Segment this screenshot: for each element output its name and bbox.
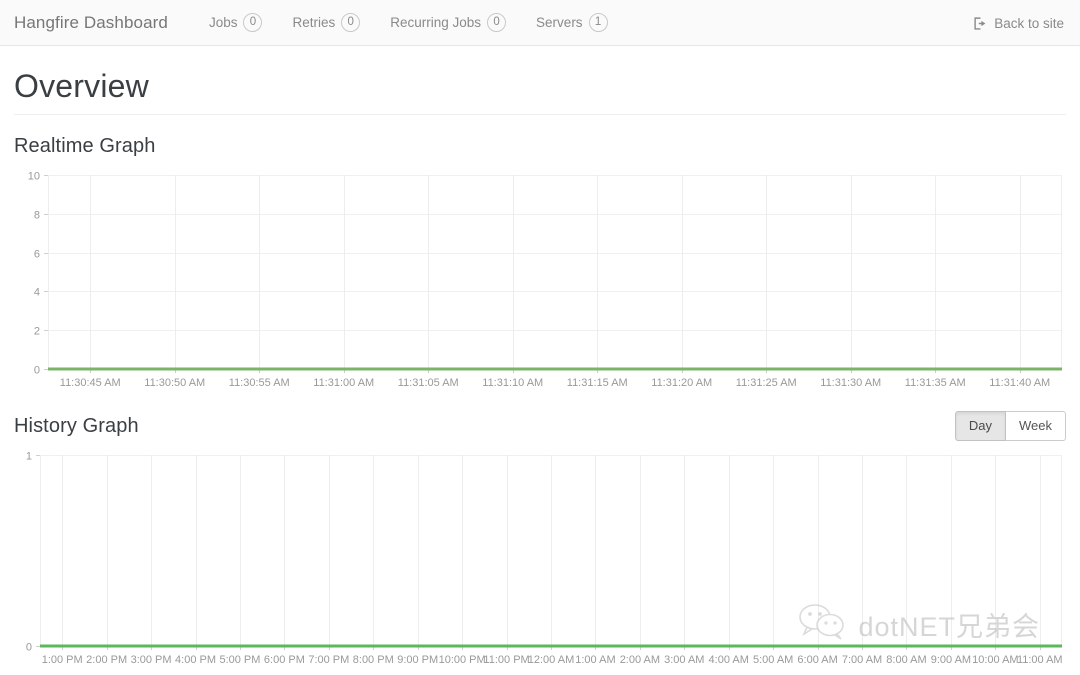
svg-text:11:31:35 AM: 11:31:35 AM <box>905 377 966 389</box>
sign-out-icon <box>973 16 988 31</box>
svg-text:11:31:05 AM: 11:31:05 AM <box>398 377 459 389</box>
svg-text:7:00 PM: 7:00 PM <box>308 654 349 666</box>
svg-text:2: 2 <box>34 326 40 338</box>
history-graph-svg: 011:00 PM 2:00 PM 3:00 PM 4:00 PM 5:00 PM 6:0… <box>26 451 1063 667</box>
svg-text:0: 0 <box>26 642 32 654</box>
svg-text:11:31:00 AM: 11:31:00 AM <box>313 377 374 389</box>
svg-text:8: 8 <box>34 210 40 222</box>
brand-title[interactable]: Hangfire Dashboard <box>14 13 168 33</box>
svg-text:11:31:40 AM: 11:31:40 AM <box>989 377 1050 389</box>
nav-links: Jobs 0 Retries 0 Recurring Jobs 0 Server… <box>194 13 623 32</box>
svg-text:4:00 PM: 4:00 PM <box>175 654 216 666</box>
svg-text:5:00 PM: 5:00 PM <box>219 654 260 666</box>
svg-text:6:00 AM: 6:00 AM <box>797 654 837 666</box>
nav-badge-servers: 1 <box>588 13 608 32</box>
svg-text:2:00 PM: 2:00 PM <box>86 654 127 666</box>
svg-text:9:00 PM: 9:00 PM <box>397 654 438 666</box>
svg-text:1:00 PM: 1:00 PM <box>42 654 83 666</box>
nav-badge-retries: 0 <box>341 13 361 32</box>
svg-text:10: 10 <box>28 171 40 183</box>
history-range-button-group: Day Week <box>954 411 1066 441</box>
svg-text:10:00 AM: 10:00 AM <box>972 654 1018 666</box>
svg-text:12:00 AM: 12:00 AM <box>528 654 574 666</box>
history-range-day-button[interactable]: Day <box>954 411 1006 441</box>
svg-text:4:00 AM: 4:00 AM <box>709 654 749 666</box>
nav-item-retries[interactable]: Retries 0 <box>277 13 375 32</box>
svg-text:2:00 AM: 2:00 AM <box>620 654 660 666</box>
back-to-site-label: Back to site <box>994 15 1064 31</box>
history-graph-title: History Graph <box>14 414 139 437</box>
svg-text:11:31:15 AM: 11:31:15 AM <box>567 377 628 389</box>
svg-text:11:00 AM: 11:00 AM <box>1017 654 1063 666</box>
svg-text:5:00 AM: 5:00 AM <box>753 654 793 666</box>
page-title: Overview <box>14 68 1066 115</box>
nav-item-label: Servers <box>536 15 583 30</box>
nav-item-servers[interactable]: Servers 1 <box>521 13 623 32</box>
svg-text:3:00 AM: 3:00 AM <box>664 654 704 666</box>
history-range-week-button[interactable]: Week <box>1006 411 1066 441</box>
nav-item-label: Jobs <box>208 15 238 30</box>
nav-item-recurring-jobs[interactable]: Recurring Jobs 0 <box>375 13 521 32</box>
svg-text:3:00 PM: 3:00 PM <box>131 654 172 666</box>
svg-text:8:00 AM: 8:00 AM <box>886 654 926 666</box>
svg-text:1:00 AM: 1:00 AM <box>575 654 615 666</box>
navbar: Hangfire Dashboard Jobs 0 Retries 0 Recu… <box>0 0 1080 46</box>
nav-item-label: Recurring Jobs <box>390 15 482 30</box>
history-graph-chart: 0 1 1:00 PM 2:00 PM 3:00 PM 4:00 PM 5:00 PM 6:0… <box>14 447 1066 672</box>
svg-text:4: 4 <box>34 287 40 299</box>
svg-text:9:00 AM: 9:00 AM <box>931 654 971 666</box>
svg-text:11:30:45 AM: 11:30:45 AM <box>60 377 121 389</box>
svg-text:6: 6 <box>34 249 40 261</box>
svg-text:1: 1 <box>26 451 32 463</box>
realtime-graph-svg: 0 2 4 6 8 10 11:30:45 AM 11:30:50 AM 11:30:55 AM… <box>28 171 1062 389</box>
realtime-graph-title: Realtime Graph <box>14 134 156 157</box>
realtime-graph-chart: 0 2 4 6 8 10 11:30:45 AM 11:30:50 AM 11:30:55 AM… <box>14 167 1066 395</box>
svg-text:11:30:55 AM: 11:30:55 AM <box>229 377 290 389</box>
svg-text:11:31:30 AM: 11:31:30 AM <box>820 377 881 389</box>
nav-badge-jobs: 0 <box>243 13 263 32</box>
nav-item-label: Retries <box>292 15 336 30</box>
svg-text:11:31:10 AM: 11:31:10 AM <box>482 377 543 389</box>
back-to-site-link[interactable]: Back to site <box>973 0 1064 46</box>
svg-text:11:31:20 AM: 11:31:20 AM <box>651 377 712 389</box>
realtime-graph-header: Realtime Graph <box>14 131 1066 161</box>
history-graph-header: History Graph Day Week <box>14 411 1066 441</box>
svg-text:11:30:50 AM: 11:30:50 AM <box>144 377 205 389</box>
svg-text:10:00 PM: 10:00 PM <box>439 654 486 666</box>
nav-item-jobs[interactable]: Jobs 0 <box>194 13 278 32</box>
svg-text:6:00 PM: 6:00 PM <box>264 654 305 666</box>
svg-text:8:00 PM: 8:00 PM <box>353 654 394 666</box>
nav-badge-recurring-jobs: 0 <box>487 13 507 32</box>
svg-text:11:00 PM: 11:00 PM <box>483 654 529 666</box>
svg-text:11:31:25 AM: 11:31:25 AM <box>736 377 797 389</box>
svg-text:0: 0 <box>34 365 40 377</box>
svg-text:7:00 AM: 7:00 AM <box>842 654 882 666</box>
page-content: Overview Realtime Graph 0 2 4 6 8 10 11:30:45 … <box>0 68 1080 672</box>
